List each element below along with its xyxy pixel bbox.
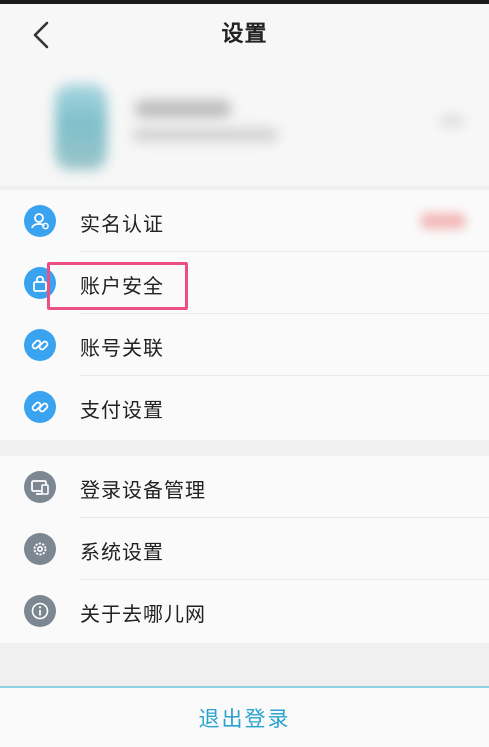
menu-item-label: 关于去哪儿网 xyxy=(80,602,206,626)
menu-item-device-management[interactable]: 登录设备管理 xyxy=(0,456,489,518)
menu-item-label: 支付设置 xyxy=(80,398,164,422)
user-verified-icon xyxy=(24,205,56,237)
info-icon xyxy=(24,595,56,627)
menu-item-system-settings[interactable]: 系统设置 xyxy=(0,518,489,580)
profile-card[interactable] xyxy=(0,66,489,186)
profile-chevron-blurred xyxy=(440,114,464,128)
menu-item-label: 账号关联 xyxy=(80,336,164,360)
avatar[interactable] xyxy=(55,84,107,170)
logout-button[interactable]: 退出登录 xyxy=(0,686,489,747)
highlight-box xyxy=(47,262,188,310)
gear-icon xyxy=(24,533,56,565)
logout-label: 退出登录 xyxy=(198,706,291,731)
menu-item-account-linking[interactable]: 账号关联 xyxy=(0,314,489,376)
username-blurred xyxy=(135,100,231,118)
menu-item-about[interactable]: 关于去哪儿网 xyxy=(0,580,489,642)
menu-item-label: 实名认证 xyxy=(80,212,164,236)
system-settings-section: 登录设备管理 系统设置 关于去哪儿网 xyxy=(0,456,489,643)
user-info-blurred xyxy=(132,128,278,142)
menu-item-real-name-auth[interactable]: 实名认证 xyxy=(0,190,489,252)
red-badge-blurred xyxy=(420,213,466,229)
link-icon xyxy=(24,329,56,361)
link-icon xyxy=(24,391,56,423)
menu-item-label: 系统设置 xyxy=(80,540,164,564)
menu-item-payment-settings[interactable]: 支付设置 xyxy=(0,376,489,438)
header: 设置 xyxy=(0,4,489,66)
menu-item-label: 登录设备管理 xyxy=(80,478,206,502)
devices-icon xyxy=(24,471,56,503)
account-settings-section: 实名认证 账户安全 账号关联 支付设置 xyxy=(0,190,489,440)
page-title: 设置 xyxy=(221,22,268,47)
